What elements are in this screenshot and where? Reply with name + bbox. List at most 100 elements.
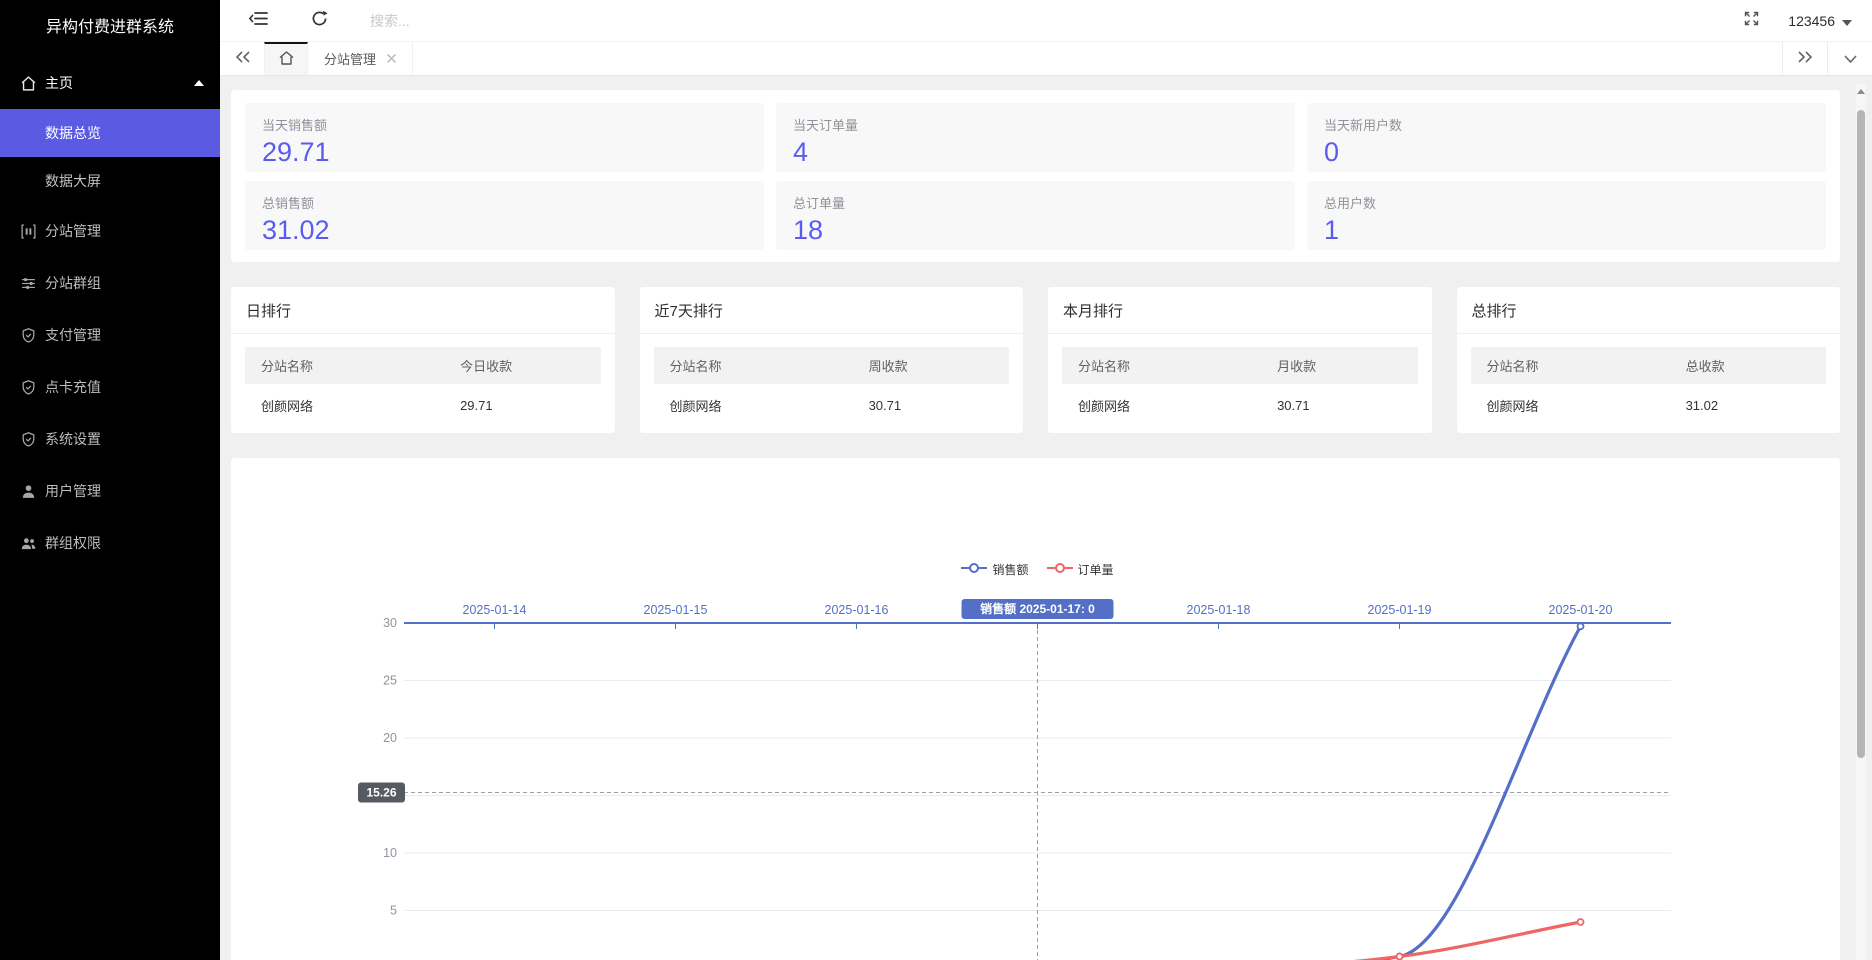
shield-check-icon [20, 327, 37, 344]
data-point [1397, 954, 1403, 960]
legend-line-icon [1047, 562, 1073, 577]
sidebar-item-label: 点卡充值 [45, 377, 101, 397]
data-point [1578, 623, 1584, 629]
y-tick-label: 20 [383, 731, 397, 745]
rank-card-title: 总排行 [1457, 287, 1841, 334]
shield-check-icon [20, 431, 37, 448]
collapse-sidebar-button[interactable] [248, 11, 268, 31]
table-cell: 30.71 [1261, 384, 1417, 425]
stat-value: 0 [1324, 137, 1809, 168]
y-tick-label: 5 [390, 904, 397, 918]
tabs-scroll-right-button[interactable] [1782, 42, 1827, 75]
data-point [1578, 919, 1584, 925]
tabs-menu-button[interactable] [1827, 42, 1872, 75]
fullscreen-icon [1743, 10, 1760, 32]
stat-card-5: 总用户数1 [1307, 181, 1826, 250]
chart-panel: 销售额 订单量 05102025302025-01-142025-01-14202… [231, 458, 1840, 960]
sidebar: 异构付费进群系统 主页数据总览数据大屏分站管理分站群组支付管理点卡充值系统设置用… [0, 0, 220, 960]
chevron-down-icon [1844, 50, 1857, 68]
rank-column-header: 分站名称 [245, 347, 444, 384]
table-cell: 创颜网络 [245, 384, 444, 425]
sidebar-item-card-recharge[interactable]: 点卡充值 [0, 361, 220, 413]
sidebar-subitem-label: 数据大屏 [45, 171, 101, 191]
columns-icon [20, 223, 37, 240]
top-navbar: 123456 [220, 0, 1872, 42]
stat-value: 4 [793, 137, 1278, 168]
scrollbar[interactable] [1856, 84, 1866, 960]
stat-label: 当天销售额 [262, 115, 747, 134]
tabs-scroll-left-button[interactable] [228, 42, 258, 75]
sidebar-item-system-settings[interactable]: 系统设置 [0, 413, 220, 465]
legend-item-销售额[interactable]: 销售额 [961, 561, 1028, 578]
double-chevron-left-icon [235, 50, 251, 68]
stat-label: 总销售额 [262, 193, 747, 212]
rank-column-header: 分站名称 [654, 347, 853, 384]
sidebar-item-label: 分站管理 [45, 221, 101, 241]
sidebar-subitem-data-big-screen[interactable]: 数据大屏 [0, 157, 220, 205]
table-cell: 创颜网络 [1062, 384, 1261, 425]
table-cell: 30.71 [853, 384, 1009, 425]
chart-legend: 销售额 订单量 [404, 561, 1671, 578]
x-tick-label-top: 2025-01-18 [1187, 603, 1251, 617]
caret-up-icon [194, 80, 204, 86]
rank-column-header: 总收款 [1670, 347, 1826, 384]
stat-label: 当天订单量 [793, 115, 1278, 134]
sidebar-menu: 主页数据总览数据大屏分站管理分站群组支付管理点卡充值系统设置用户管理群组权限 [0, 53, 220, 960]
sidebar-subitem-data-overview[interactable]: 数据总览 [0, 109, 220, 157]
rank-column-header: 今日收款 [444, 347, 600, 384]
stat-card-3: 总销售额31.02 [245, 181, 764, 250]
tab-bar: 分站管理 [220, 42, 1872, 76]
x-tick-label-top: 2025-01-20 [1549, 603, 1613, 617]
rank-card-title: 日排行 [231, 287, 615, 334]
navbar-right: 123456 [1740, 10, 1858, 32]
rank-card-1: 近7天排行分站名称周收款创颜网络30.71 [640, 287, 1024, 433]
sidebar-item-payment-manage[interactable]: 支付管理 [0, 309, 220, 361]
collapse-menu-icon [249, 11, 268, 31]
sidebar-item-label: 分站群组 [45, 273, 101, 293]
tab-home[interactable] [264, 42, 308, 75]
refresh-button[interactable] [309, 11, 329, 31]
legend-item-订单量[interactable]: 订单量 [1047, 561, 1114, 578]
tab-site-manage[interactable]: 分站管理 [308, 42, 413, 75]
table-cell: 29.71 [444, 384, 600, 425]
main-content: 当天销售额 29.71 当天订单量 4 当天新用户数 0 总销售额31.02 总订单量 18 总用… [220, 76, 1872, 960]
sidebar-item-user-manage[interactable]: 用户管理 [0, 465, 220, 517]
search-input[interactable] [370, 13, 600, 29]
rank-table: 分站名称月收款创颜网络30.71 [1062, 347, 1418, 425]
legend-label: 订单量 [1078, 561, 1114, 578]
rank-column-header: 周收款 [853, 347, 1009, 384]
stat-label: 当天新用户数 [1324, 115, 1809, 134]
app-window: 异构付费进群系统 主页数据总览数据大屏分站管理分站群组支付管理点卡充值系统设置用… [0, 0, 1872, 960]
home-icon [20, 75, 37, 92]
fullscreen-button[interactable] [1740, 10, 1762, 32]
sidebar-item-label: 支付管理 [45, 325, 101, 345]
users-icon [20, 535, 37, 552]
rank-card-0: 日排行分站名称今日收款创颜网络29.71 [231, 287, 615, 433]
scrollbar-thumb[interactable] [1857, 110, 1865, 758]
table-cell: 创颜网络 [1471, 384, 1670, 425]
close-tab-icon[interactable] [387, 54, 396, 63]
rank-column-header: 月收款 [1261, 347, 1417, 384]
sidebar-item-label: 系统设置 [45, 429, 101, 449]
username: 123456 [1788, 13, 1835, 29]
stats-panel: 当天销售额29.71当天订单量4当天新用户数0总销售额31.02总订单量18总用… [231, 90, 1840, 262]
sidebar-item-site-group[interactable]: 分站群组 [0, 257, 220, 309]
sidebar-item-group-permission[interactable]: 群组权限 [0, 517, 220, 569]
rank-card-title: 本月排行 [1048, 287, 1432, 334]
rank-table: 分站名称今日收款创颜网络29.71 [245, 347, 601, 425]
scroll-up-arrow-icon[interactable] [1856, 84, 1866, 98]
home-icon [279, 51, 294, 68]
user-menu[interactable]: 123456 [1788, 13, 1858, 29]
sales-orders-chart[interactable]: 05102025302025-01-142025-01-142025-01-15… [231, 458, 1840, 960]
sliders-icon [20, 275, 37, 292]
stat-label: 总订单量 [793, 193, 1278, 212]
sidebar-item-label: 群组权限 [45, 533, 101, 553]
content-column: 123456 [220, 0, 1872, 960]
rank-column-header: 分站名称 [1471, 347, 1670, 384]
tab-label: 分站管理 [324, 49, 376, 68]
sidebar-item-home[interactable]: 主页 [0, 57, 220, 109]
table-row: 创颜网络31.02 [1471, 384, 1827, 425]
stat-value: 18 [793, 215, 1278, 246]
sidebar-item-site-manage[interactable]: 分站管理 [0, 205, 220, 257]
stat-card-1: 当天订单量 4 [776, 103, 1295, 172]
